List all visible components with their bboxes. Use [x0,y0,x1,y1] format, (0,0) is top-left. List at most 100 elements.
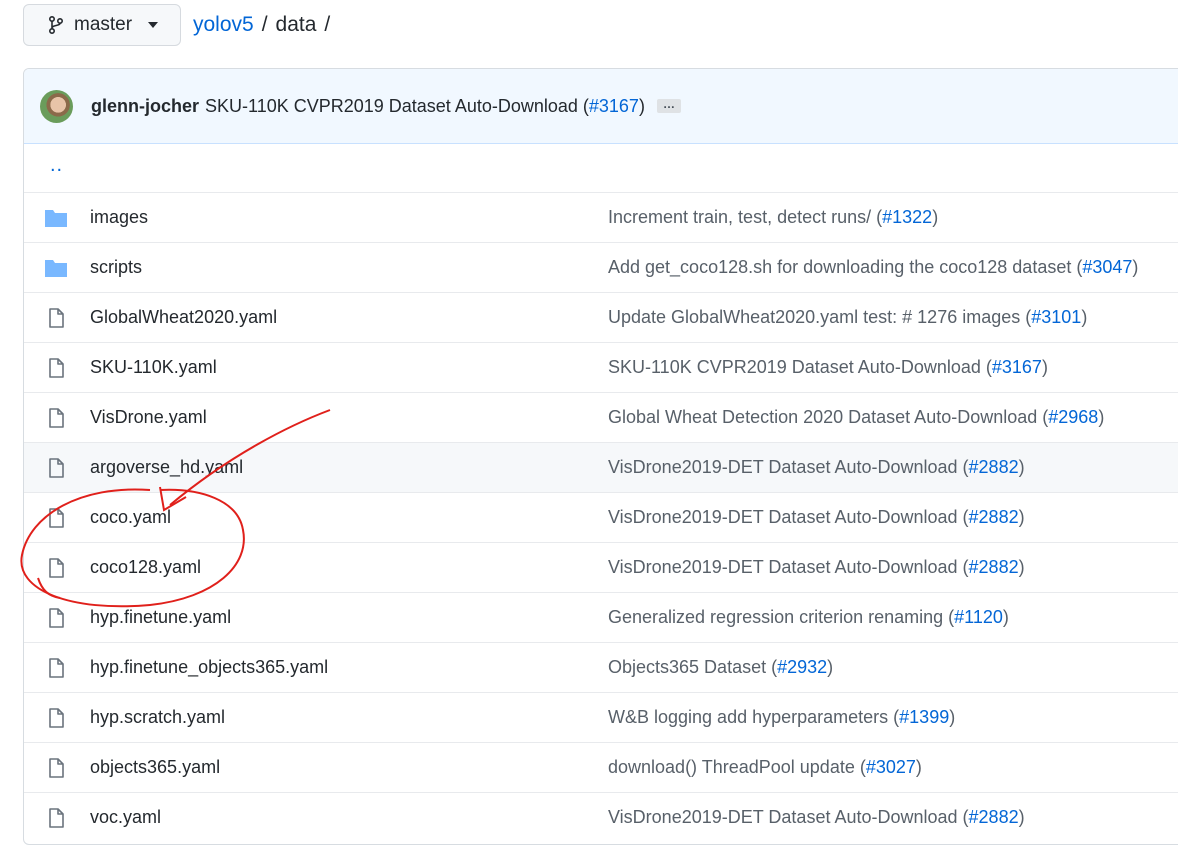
file-commit-close: ) [932,207,939,227]
file-name-link[interactable]: images [90,207,148,228]
repo-header: master yolov5 / data / [23,3,330,47]
file-commit-pr-link[interactable]: #2882 [969,807,1019,827]
file-commit-text: SKU-110K CVPR2019 Dataset Auto-Download … [608,357,992,377]
file-commit-message[interactable]: download() ThreadPool update (#3027) [608,757,922,778]
file-name-link[interactable]: SKU-110K.yaml [90,357,217,378]
branch-selector-button[interactable]: master [23,4,181,46]
file-commit-message[interactable]: Global Wheat Detection 2020 Dataset Auto… [608,407,1104,428]
file-commit-close: ) [1018,507,1025,527]
file-commit-text: Add get_coco128.sh for downloading the c… [608,257,1083,277]
file-name-link[interactable]: VisDrone.yaml [90,407,207,428]
file-commit-pr-link[interactable]: #1322 [882,207,932,227]
file-commit-pr-link[interactable]: #1120 [954,607,1003,627]
file-name-link[interactable]: hyp.scratch.yaml [90,707,225,728]
file-name-link[interactable]: coco128.yaml [90,557,201,578]
avatar[interactable] [40,89,73,123]
file-icon [44,806,68,830]
file-commit-text: Objects365 Dataset ( [608,657,778,677]
file-commit-pr-link[interactable]: #3047 [1082,257,1132,277]
file-row[interactable]: VisDrone.yaml Global Wheat Detection 2020… [24,392,1178,442]
parent-directory-row[interactable]: .. [24,144,1178,192]
file-name-link[interactable]: hyp.finetune.yaml [90,607,231,628]
breadcrumb-separator: / [324,13,331,36]
file-name-link[interactable]: GlobalWheat2020.yaml [90,307,277,328]
file-commit-pr-link[interactable]: #2882 [969,457,1019,477]
file-commit-message[interactable]: Update GlobalWheat2020.yaml test: # 1276… [608,307,1087,328]
folder-icon [44,256,68,280]
file-commit-text: download() ThreadPool update ( [608,757,866,777]
file-commit-text: Generalized regression criterion renamin… [608,607,955,627]
file-name-link[interactable]: voc.yaml [90,807,161,828]
file-row[interactable]: SKU-110K.yaml SKU-110K CVPR2019 Dataset A… [24,342,1178,392]
file-name-link[interactable]: coco.yaml [90,507,171,528]
file-commit-text: Update GlobalWheat2020.yaml test: # 1276… [608,307,1032,327]
file-row[interactable]: voc.yaml VisDrone2019-DET Dataset Auto-Do… [24,792,1178,842]
file-commit-pr-link[interactable]: #3167 [992,357,1042,377]
file-commit-message[interactable]: Add get_coco128.sh for downloading the c… [608,257,1138,278]
file-commit-close: ) [915,757,922,777]
file-row[interactable]: hyp.scratch.yaml W&B logging add hyperpar… [24,692,1178,742]
file-commit-message[interactable]: Objects365 Dataset (#2932) [608,657,833,678]
file-row[interactable]: hyp.finetune.yaml Generalized regression … [24,592,1178,642]
file-icon [44,556,68,580]
file-commit-close: ) [1098,407,1105,427]
file-icon [44,756,68,780]
file-commit-close: ) [1081,307,1088,327]
file-commit-text: VisDrone2019-DET Dataset Auto-Download ( [608,557,969,577]
file-row[interactable]: scripts Add get_coco128.sh for downloadin… [24,242,1178,292]
file-name-link[interactable]: argoverse_hd.yaml [90,457,243,478]
file-commit-pr-link[interactable]: #2882 [969,557,1019,577]
file-commit-message[interactable]: VisDrone2019-DET Dataset Auto-Download (… [608,457,1025,478]
expand-commit-button[interactable]: … [656,98,681,113]
file-commit-message[interactable]: VisDrone2019-DET Dataset Auto-Download (… [608,557,1025,578]
file-name-link[interactable]: objects365.yaml [90,757,220,778]
file-icon [44,506,68,530]
file-row[interactable]: argoverse_hd.yaml VisDrone2019-DET Datase… [24,442,1178,492]
file-commit-message[interactable]: SKU-110K CVPR2019 Dataset Auto-Download … [608,357,1048,378]
file-icon [44,456,68,480]
file-commit-pr-link[interactable]: #2882 [969,507,1019,527]
file-commit-message[interactable]: W&B logging add hyperparameters (#1399) [608,707,955,728]
file-row[interactable]: coco.yaml VisDrone2019-DET Dataset Auto-D… [24,492,1178,542]
file-commit-close: ) [1002,607,1009,627]
file-commit-text: W&B logging add hyperparameters ( [608,707,900,727]
file-icon [44,706,68,730]
file-icon [44,406,68,430]
folder-icon [44,206,68,230]
file-commit-message[interactable]: VisDrone2019-DET Dataset Auto-Download (… [608,807,1025,828]
file-commit-text: Increment train, test, detect runs/ ( [608,207,883,227]
chevron-down-icon [148,22,159,28]
file-row[interactable]: images Increment train, test, detect runs… [24,192,1178,242]
latest-commit-bar: glenn-jocher SKU-110K CVPR2019 Dataset A… [24,69,1178,144]
file-commit-text: VisDrone2019-DET Dataset Auto-Download ( [608,807,969,827]
file-commit-pr-link[interactable]: #1399 [899,707,949,727]
parent-directory-link[interactable]: .. [50,154,63,177]
file-commit-message[interactable]: Generalized regression criterion renamin… [608,607,1009,628]
breadcrumb-repo-link[interactable]: yolov5 [193,13,254,37]
file-row[interactable]: hyp.finetune_objects365.yaml Objects365 D… [24,642,1178,692]
file-row[interactable]: objects365.yaml download() ThreadPool upd… [24,742,1178,792]
file-commit-close: ) [949,707,956,727]
file-icon [44,656,68,680]
git-branch-icon [49,16,64,34]
file-commit-close: ) [1018,557,1025,577]
file-commit-close: ) [1018,457,1025,477]
file-commit-pr-link[interactable]: #2968 [1048,407,1098,427]
commit-author-link[interactable]: glenn-jocher [91,96,199,117]
breadcrumb: yolov5 / data / [193,13,330,37]
file-row[interactable]: GlobalWheat2020.yaml Update GlobalWheat20… [24,292,1178,342]
file-commit-message[interactable]: Increment train, test, detect runs/ (#13… [608,207,938,228]
commit-message-text: SKU-110K CVPR2019 Dataset Auto-Download … [205,95,589,116]
file-row[interactable]: coco128.yaml VisDrone2019-DET Dataset Aut… [24,542,1178,592]
file-commit-message[interactable]: VisDrone2019-DET Dataset Auto-Download (… [608,507,1025,528]
commit-pr-link[interactable]: #3167 [589,96,639,116]
file-name-link[interactable]: hyp.finetune_objects365.yaml [90,657,328,678]
file-commit-pr-link[interactable]: #3101 [1031,307,1081,327]
file-name-link[interactable]: scripts [90,257,142,278]
file-commit-pr-link[interactable]: #3027 [866,757,916,777]
commit-message[interactable]: SKU-110K CVPR2019 Dataset Auto-Download … [205,96,645,117]
file-commit-text: VisDrone2019-DET Dataset Auto-Download ( [608,457,969,477]
file-commit-pr-link[interactable]: #2932 [777,657,827,677]
branch-label: master [74,14,133,35]
file-commit-close: ) [1132,257,1139,277]
